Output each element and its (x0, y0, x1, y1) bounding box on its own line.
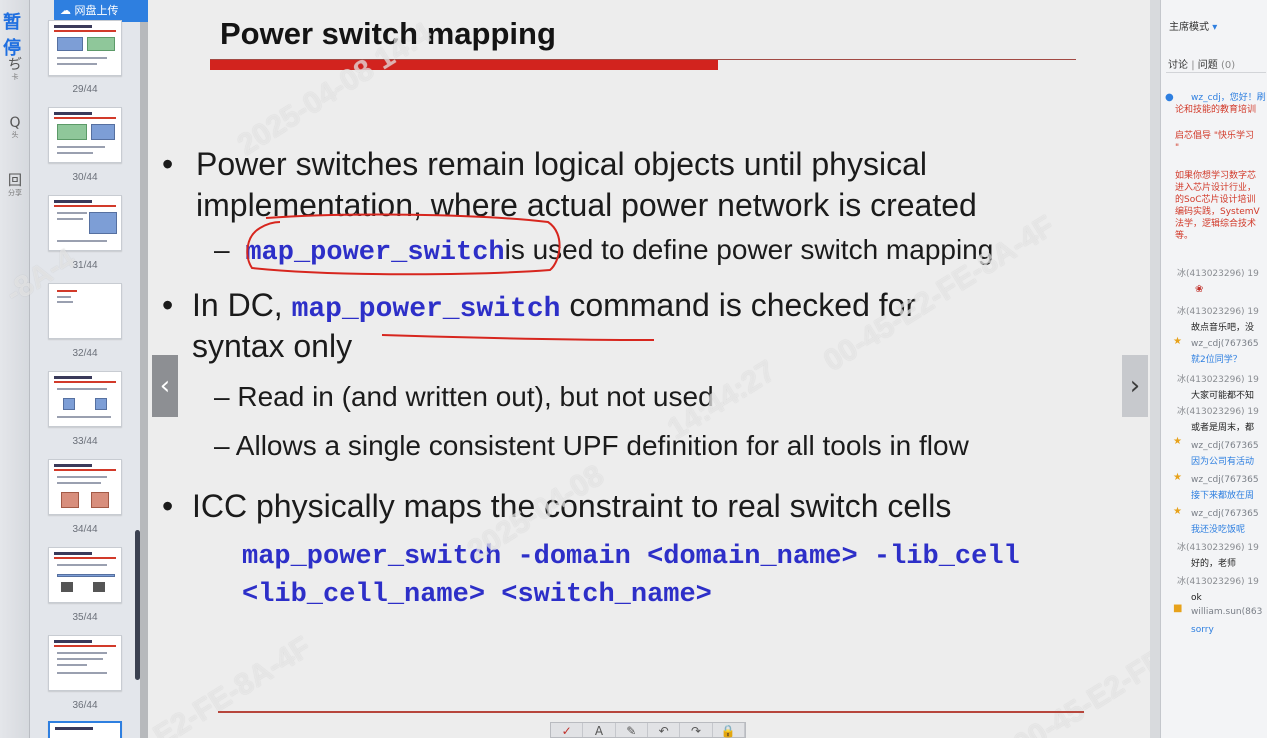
chat-message-line: 编码实践，SystemV (1175, 207, 1260, 217)
next-slide-button[interactable]: › (1122, 355, 1148, 417)
teacher-badge-icon: ★ (1173, 472, 1182, 483)
chat-message-line: 冰(413023296) 19 (1177, 269, 1259, 279)
cloud-upload-button[interactable]: ☁ 网盘上传 (54, 0, 152, 22)
previous-slide-button[interactable]: ‹ (152, 355, 178, 417)
chat-message-line: 因为公司有活动 (1191, 457, 1255, 467)
chevron-down-icon: ▾ (1212, 22, 1218, 33)
chat-message-line: 就2位同学？ (1191, 355, 1242, 365)
chat-message-line: wz_cdj(767365 (1191, 339, 1259, 349)
flower-icon: ❀ (1195, 284, 1204, 295)
chat-message-line: wz_cdj，您好！刷 (1191, 93, 1266, 103)
thumbnail-scrollbar[interactable] (135, 530, 140, 680)
thumbnail-label: 36/44 (72, 700, 98, 711)
host-mode-label: 主席模式 (1169, 22, 1209, 33)
chat-panel-splitter[interactable] (1150, 0, 1160, 738)
thumbnail-label: 34/44 (72, 524, 98, 535)
chat-message-line: 冰(413023296) 19 (1177, 543, 1259, 553)
head-tool-button[interactable]: Q 头 (0, 116, 30, 140)
chat-message-line: 进入芯片设计行业， (1175, 183, 1257, 193)
tab-discussion[interactable]: 讨论 (1168, 60, 1188, 71)
chat-message-line: 冰(413023296) 19 (1177, 577, 1259, 587)
footer-line (218, 711, 1084, 713)
slide-thumbnail-33[interactable] (48, 371, 122, 427)
share-tool-button[interactable]: 回 分享 (0, 174, 30, 198)
teacher-badge-icon: ★ (1173, 436, 1182, 447)
highlighter-icon[interactable]: ✎ (616, 723, 648, 738)
chat-message-line: 接下来都放在周 (1191, 491, 1255, 501)
chat-message-line: wz_cdj(767365 (1191, 509, 1259, 519)
upload-label: 网盘上传 (74, 4, 119, 17)
slide-canvas: Power switch mapping • Power switches rem… (148, 0, 1180, 738)
chat-panel: 主席模式 ▾ 讨论 | 问题 (0) ● wz_cdj，您好！刷论和技能的教育培… (1160, 0, 1267, 738)
card-tool-label: 卡 (11, 74, 19, 81)
chat-message-line: wz_cdj(767365 (1191, 441, 1259, 451)
chat-message-line: sorry (1191, 625, 1214, 635)
slide-thumbnail-panel: ☁ 网盘上传 29/44 30/44 31/44 32/44 33/44 34/… (30, 0, 152, 738)
chat-message-line: ok (1191, 593, 1202, 603)
slide-thumbnail-37-current[interactable] (48, 721, 122, 738)
tab-questions[interactable]: 问题 (1198, 60, 1218, 71)
chat-message-line: 论和技能的教育培训 (1175, 105, 1257, 115)
chat-message-line: 冰(413023296) 19 (1177, 407, 1259, 417)
thumbnail-label: 33/44 (72, 436, 98, 447)
pause-button[interactable]: 暂停 (3, 8, 29, 60)
card-icon: ぢ (8, 57, 22, 73)
question-count: (0) (1220, 60, 1236, 71)
chat-message-line: 大家可能都不知 (1191, 391, 1255, 401)
chat-message-line: 我还没吃饭呢 (1191, 525, 1246, 535)
slide-thumbnail-34[interactable] (48, 459, 122, 515)
host-mode-dropdown[interactable]: 主席模式 ▾ (1169, 18, 1217, 33)
pen-tool-icon[interactable]: ✓ (551, 723, 584, 738)
chat-message-line: " (1175, 143, 1180, 153)
chat-message-line: 的SoC芯片设计培训 (1175, 195, 1256, 205)
thumbnail-label: 30/44 (72, 172, 98, 183)
slide-thumbnail-36[interactable] (48, 635, 122, 691)
chat-message-line: 法学，逻辑综合技术 (1175, 219, 1257, 229)
chat-message-line: 或者是周末，都 (1191, 423, 1255, 433)
text-tool-icon[interactable]: A (583, 723, 616, 738)
pen-toolbar: ✓ A ✎ ↶ ↷ 🔒 (550, 722, 746, 738)
lock-icon[interactable]: 🔒 (713, 723, 745, 738)
divider (1166, 72, 1266, 73)
chat-message-line: 故点音乐吧，没 (1191, 323, 1255, 333)
gift-icon: ■ (1173, 603, 1183, 614)
info-icon: ● (1165, 92, 1174, 103)
head-tool-label: 头 (11, 132, 19, 139)
left-toolbar: 暂停 ぢ 卡 Q 头 回 分享 (0, 0, 30, 738)
chat-message-line: 如果你想学习数字芯 (1175, 171, 1257, 181)
thumbnail-label: 29/44 (72, 84, 98, 95)
chat-tabs: 讨论 | 问题 (0) (1168, 60, 1236, 71)
card-tool-button[interactable]: ぢ 卡 (0, 58, 30, 82)
teacher-badge-icon: ★ (1173, 336, 1182, 347)
pen-annotations (246, 213, 655, 341)
teacher-badge-icon: ★ (1173, 506, 1182, 517)
chat-message-line: 冰(413023296) 19 (1177, 375, 1259, 385)
share-tool-label: 分享 (8, 190, 22, 197)
slide-thumbnail-31[interactable] (48, 195, 122, 251)
search-icon: Q (9, 115, 21, 131)
thumbnail-label: 35/44 (72, 612, 98, 623)
chat-message-line: 好的，老师 (1191, 559, 1237, 569)
slide-thumbnail-32[interactable] (48, 283, 122, 339)
chat-message-line: william.sun(863 (1191, 607, 1263, 617)
share-icon: 回 (8, 173, 22, 189)
undo-icon[interactable]: ↶ (648, 723, 681, 738)
slide-thumbnail-29[interactable] (48, 20, 122, 76)
chat-message-line: 等。 (1175, 231, 1194, 241)
chat-message-line: wz_cdj(767365 (1191, 475, 1259, 485)
chat-message-line: 冰(413023296) 19 (1177, 307, 1259, 317)
thumbnail-label: 31/44 (72, 260, 98, 271)
slide-thumbnail-30[interactable] (48, 107, 122, 163)
chat-message-line: 启芯倡导 "快乐学习 (1175, 131, 1255, 141)
slide-thumbnail-35[interactable] (48, 547, 122, 603)
redo-icon[interactable]: ↷ (680, 723, 713, 738)
thumbnail-label: 32/44 (72, 348, 98, 359)
